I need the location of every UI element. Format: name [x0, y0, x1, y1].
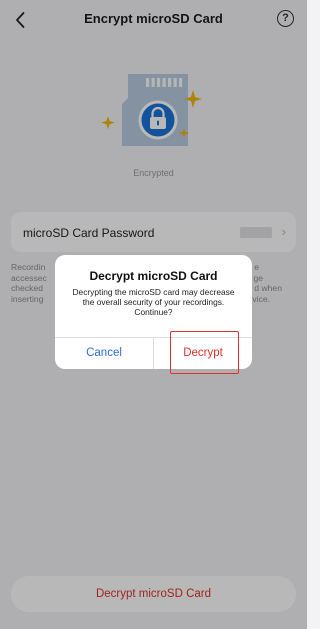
decrypt-button-highlight	[170, 331, 239, 374]
cancel-button[interactable]: Cancel	[55, 338, 153, 369]
dialog-title: Decrypt microSD Card	[89, 269, 218, 283]
dialog-message: Decrypting the microSD card may decrease…	[72, 287, 235, 318]
